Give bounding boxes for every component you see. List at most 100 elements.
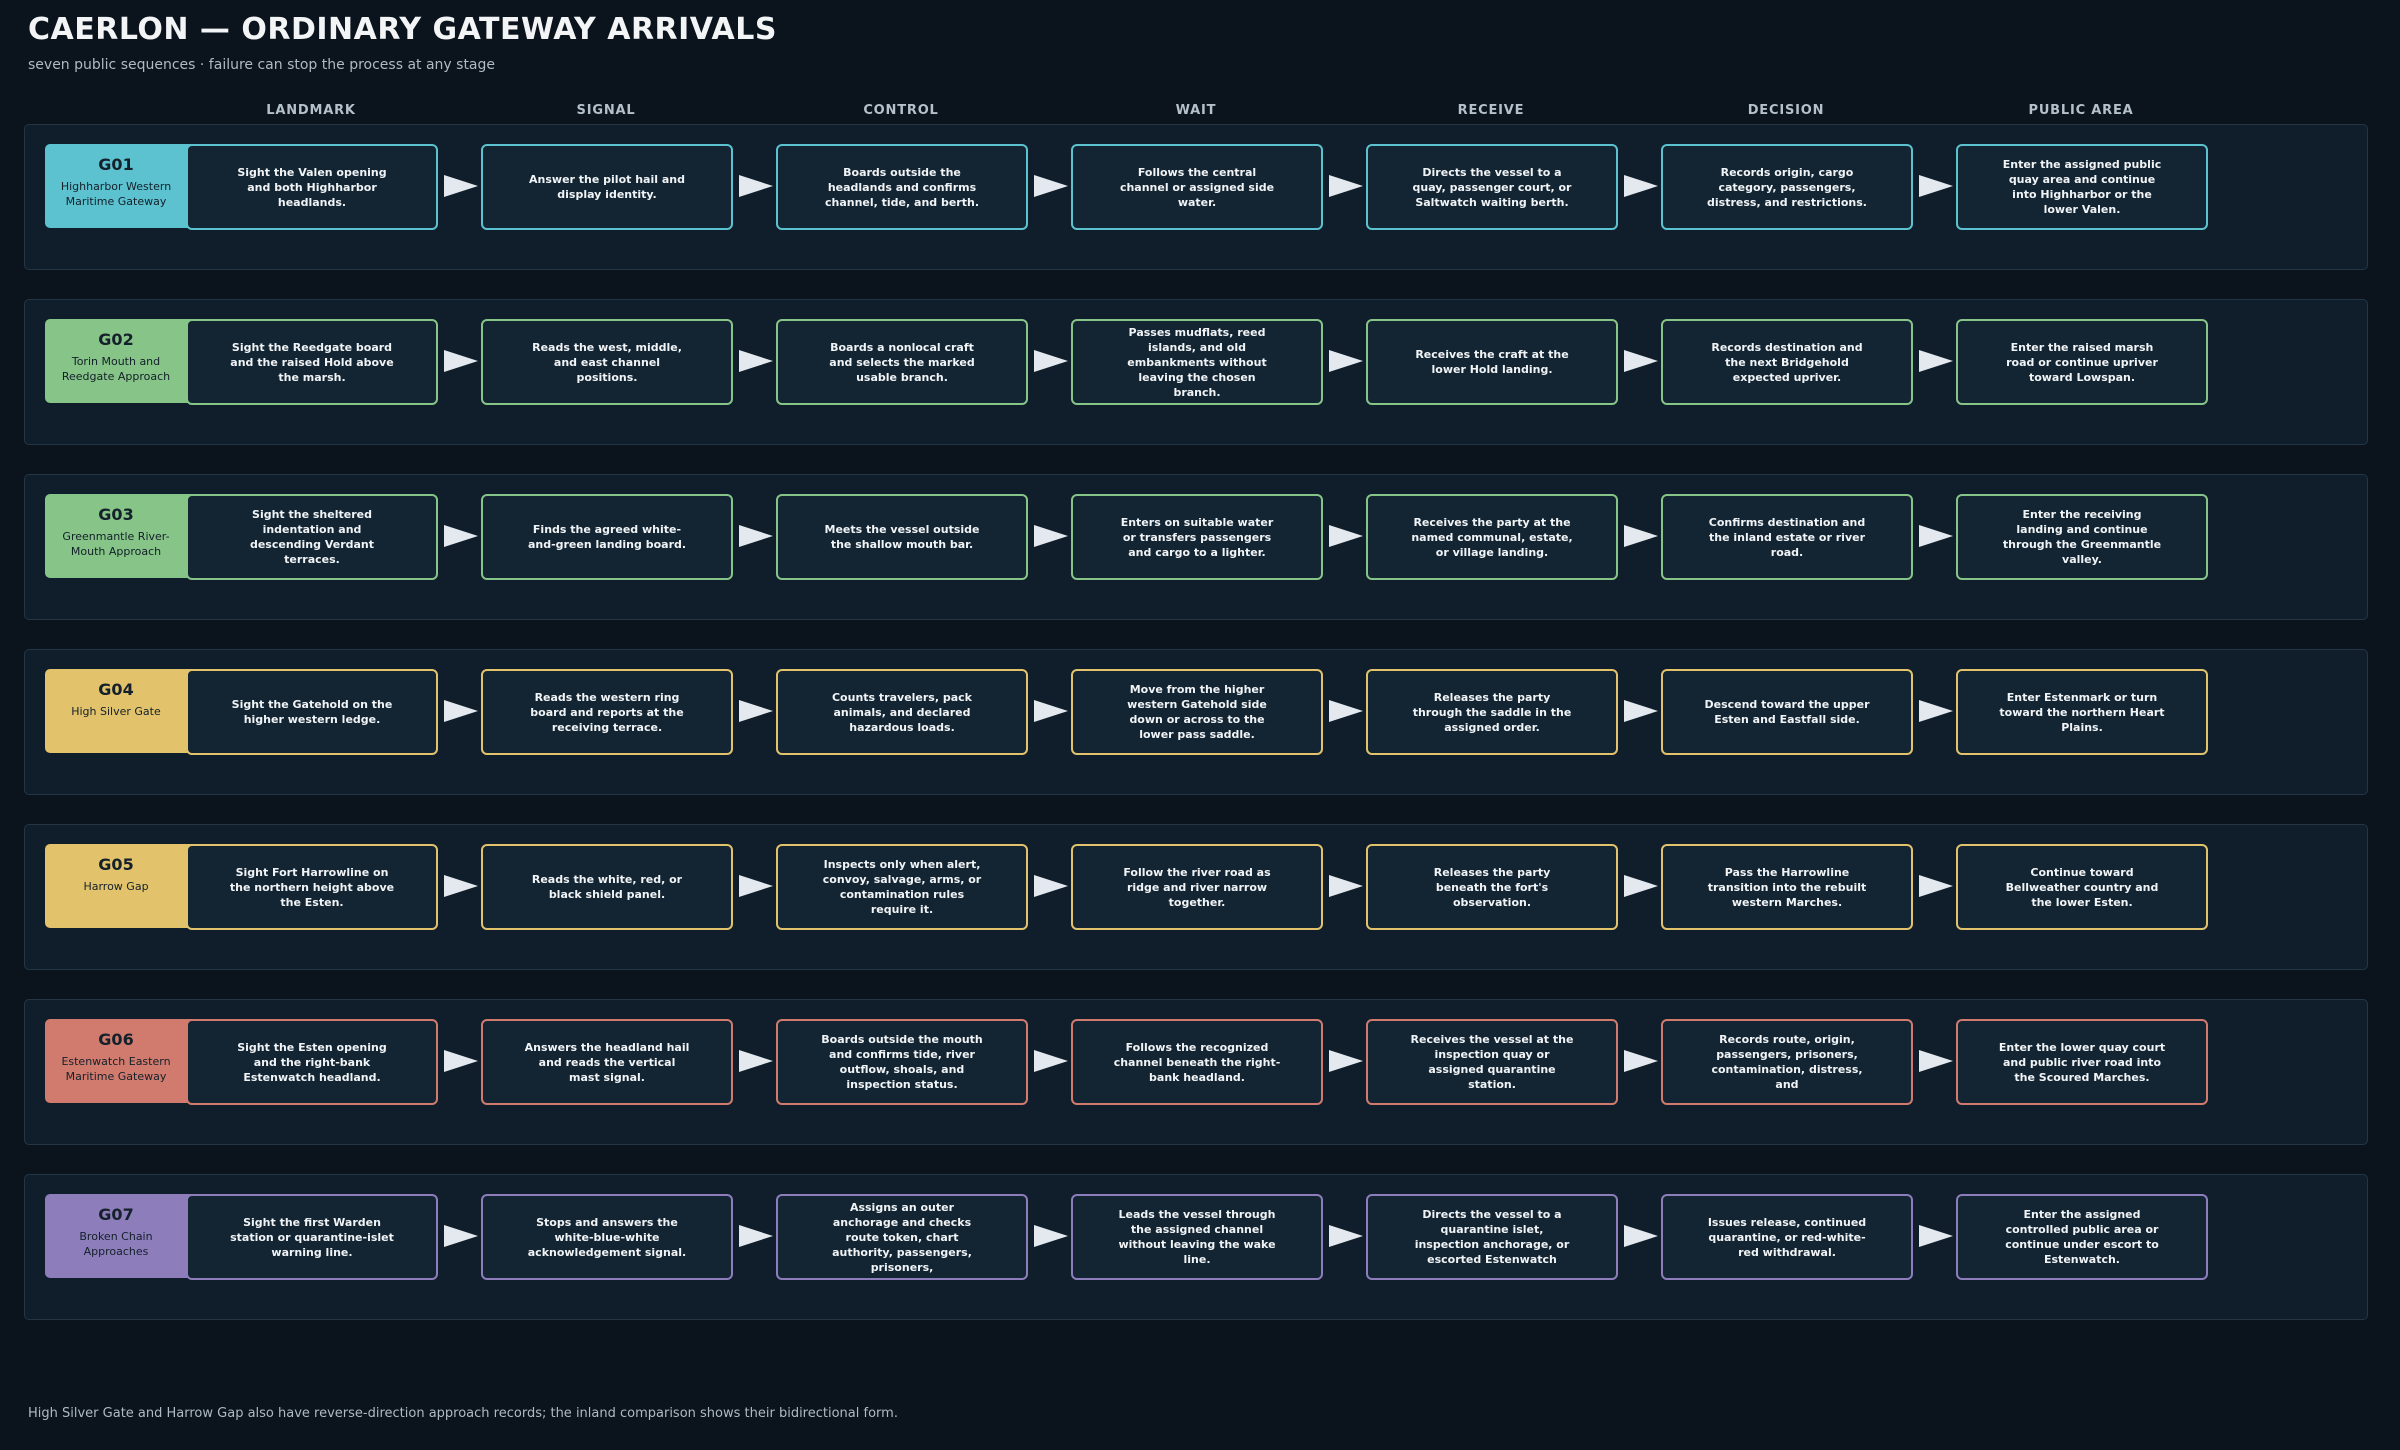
gateway-id: G05 bbox=[98, 855, 134, 874]
column-header-landmark: LANDMARK bbox=[266, 103, 356, 118]
flow-arrow-icon bbox=[1624, 175, 1658, 197]
flow-arrow-icon bbox=[1034, 525, 1068, 547]
step-signal: Reads the white, red, or black shield pa… bbox=[481, 844, 733, 930]
gateway-label-tab: G03 Greenmantle River-Mouth Approach bbox=[45, 494, 205, 578]
gateway-id: G01 bbox=[98, 155, 134, 174]
gateway-id: G07 bbox=[98, 1205, 134, 1224]
column-header-control: CONTROL bbox=[863, 103, 939, 118]
step-wait: Follows the recognized channel beneath t… bbox=[1071, 1019, 1323, 1105]
step-receive: Receives the craft at the lower Hold lan… bbox=[1366, 319, 1618, 405]
gateway-name: Torin Mouth and Reedgate Approach bbox=[61, 355, 171, 383]
step-control: Meets the vessel outside the shallow mou… bbox=[776, 494, 1028, 580]
flow-arrow-icon bbox=[1034, 350, 1068, 372]
step-receive: Releases the party through the saddle in… bbox=[1366, 669, 1618, 755]
step-receive: Receives the party at the named communal… bbox=[1366, 494, 1618, 580]
gateway-name: Highharbor Western Maritime Gateway bbox=[60, 180, 172, 208]
flow-arrow-icon bbox=[1919, 175, 1953, 197]
flow-arrow-icon bbox=[1329, 1225, 1363, 1247]
step-wait: Leads the vessel through the assigned ch… bbox=[1071, 1194, 1323, 1280]
column-header-receive: RECEIVE bbox=[1457, 103, 1525, 118]
flow-arrow-icon bbox=[1329, 350, 1363, 372]
flow-arrow-icon bbox=[1624, 350, 1658, 372]
step-public-area: Enter Estenmark or turn toward the north… bbox=[1956, 669, 2208, 755]
footnote: High Silver Gate and Harrow Gap also hav… bbox=[28, 1406, 898, 1421]
step-decision: Confirms destination and the inland esta… bbox=[1661, 494, 1913, 580]
step-decision: Records route, origin, passengers, priso… bbox=[1661, 1019, 1913, 1105]
flow-arrow-icon bbox=[1919, 525, 1953, 547]
flow-arrow-icon bbox=[1919, 700, 1953, 722]
step-landmark: Sight the sheltered indentation and desc… bbox=[186, 494, 438, 580]
column-header-public-area: PUBLIC AREA bbox=[2028, 103, 2134, 118]
flow-arrow-icon bbox=[1329, 1050, 1363, 1072]
flow-arrow-icon bbox=[444, 175, 478, 197]
flow-arrow-icon bbox=[739, 1225, 773, 1247]
step-control: Inspects only when alert, convoy, salvag… bbox=[776, 844, 1028, 930]
step-receive: Receives the vessel at the inspection qu… bbox=[1366, 1019, 1618, 1105]
flow-arrow-icon bbox=[1919, 1050, 1953, 1072]
flow-arrow-icon bbox=[444, 700, 478, 722]
flow-arrow-icon bbox=[1624, 1225, 1658, 1247]
flow-arrow-icon bbox=[739, 875, 773, 897]
flow-arrow-icon bbox=[1919, 350, 1953, 372]
step-control: Boards outside the mouth and confirms ti… bbox=[776, 1019, 1028, 1105]
step-public-area: Enter the lower quay court and public ri… bbox=[1956, 1019, 2208, 1105]
flow-arrow-icon bbox=[1624, 700, 1658, 722]
flow-arrow-icon bbox=[1329, 875, 1363, 897]
flow-arrow-icon bbox=[739, 175, 773, 197]
gateway-row: G05 Harrow Gap Sight Fort Harrowline on th… bbox=[24, 824, 2368, 970]
step-decision: Pass the Harrowline transition into the … bbox=[1661, 844, 1913, 930]
flow-arrow-icon bbox=[1919, 875, 1953, 897]
gateway-name: Broken Chain Approaches bbox=[79, 1230, 153, 1258]
step-decision: Descend toward the upper Esten and Eastf… bbox=[1661, 669, 1913, 755]
flow-arrow-icon bbox=[1034, 875, 1068, 897]
gateway-label-tab: G02 Torin Mouth and Reedgate Approach bbox=[45, 319, 205, 403]
step-wait: Follow the river road as ridge and river… bbox=[1071, 844, 1323, 930]
gateway-row: G01 Highharbor Western Maritime Gateway Si… bbox=[24, 124, 2368, 270]
step-public-area: Enter the assigned public quay area and … bbox=[1956, 144, 2208, 230]
step-receive: Directs the vessel to a quarantine islet… bbox=[1366, 1194, 1618, 1280]
gateway-label-tab: G07 Broken Chain Approaches bbox=[45, 1194, 205, 1278]
column-header-signal: SIGNAL bbox=[576, 103, 636, 118]
step-signal: Stops and answers the white-blue-white a… bbox=[481, 1194, 733, 1280]
step-wait: Enters on suitable water or transfers pa… bbox=[1071, 494, 1323, 580]
gateway-label-tab: G01 Highharbor Western Maritime Gateway bbox=[45, 144, 205, 228]
flow-arrow-icon bbox=[1329, 700, 1363, 722]
step-signal: Finds the agreed white-and-green landing… bbox=[481, 494, 733, 580]
flow-arrow-icon bbox=[1624, 1050, 1658, 1072]
flow-arrow-icon bbox=[1034, 1225, 1068, 1247]
step-decision: Issues release, continued quarantine, or… bbox=[1661, 1194, 1913, 1280]
gateway-label-tab: G05 Harrow Gap bbox=[45, 844, 205, 928]
gateway-id: G03 bbox=[98, 505, 134, 524]
gateway-row: G03 Greenmantle River-Mouth Approach Sight… bbox=[24, 474, 2368, 620]
step-control: Assigns an outer anchorage and checks ro… bbox=[776, 1194, 1028, 1280]
column-header-decision: DECISION bbox=[1747, 103, 1825, 118]
step-control: Counts travelers, pack animals, and decl… bbox=[776, 669, 1028, 755]
gateway-name: High Silver Gate bbox=[71, 705, 161, 718]
flow-arrow-icon bbox=[1624, 525, 1658, 547]
step-public-area: Enter the receiving landing and continue… bbox=[1956, 494, 2208, 580]
gateway-name: Greenmantle River-Mouth Approach bbox=[62, 530, 170, 558]
step-wait: Passes mudflats, reed islands, and old e… bbox=[1071, 319, 1323, 405]
step-landmark: Sight the Reedgate board and the raised … bbox=[186, 319, 438, 405]
page-subtitle: seven public sequences · failure can sto… bbox=[28, 57, 496, 73]
step-landmark: Sight the Gatehold on the higher western… bbox=[186, 669, 438, 755]
gateway-id: G06 bbox=[98, 1030, 134, 1049]
flow-arrow-icon bbox=[1034, 175, 1068, 197]
flow-arrow-icon bbox=[1919, 1225, 1953, 1247]
gateway-label-tab: G04 High Silver Gate bbox=[45, 669, 205, 753]
flow-arrow-icon bbox=[739, 700, 773, 722]
gateway-row: G07 Broken Chain Approaches Sight the firs… bbox=[24, 1174, 2368, 1320]
gateway-name: Harrow Gap bbox=[83, 880, 149, 893]
flow-arrow-icon bbox=[1624, 875, 1658, 897]
step-wait: Move from the higher western Gatehold si… bbox=[1071, 669, 1323, 755]
gateway-id: G04 bbox=[98, 680, 134, 699]
flow-arrow-icon bbox=[1329, 525, 1363, 547]
step-signal: Reads the west, middle, and east channel… bbox=[481, 319, 733, 405]
gateway-id: G02 bbox=[98, 330, 134, 349]
step-control: Boards outside the headlands and confirm… bbox=[776, 144, 1028, 230]
step-receive: Directs the vessel to a quay, passenger … bbox=[1366, 144, 1618, 230]
flow-arrow-icon bbox=[444, 875, 478, 897]
step-signal: Answer the pilot hail and display identi… bbox=[481, 144, 733, 230]
flow-arrow-icon bbox=[739, 1050, 773, 1072]
step-control: Boards a nonlocal craft and selects the … bbox=[776, 319, 1028, 405]
